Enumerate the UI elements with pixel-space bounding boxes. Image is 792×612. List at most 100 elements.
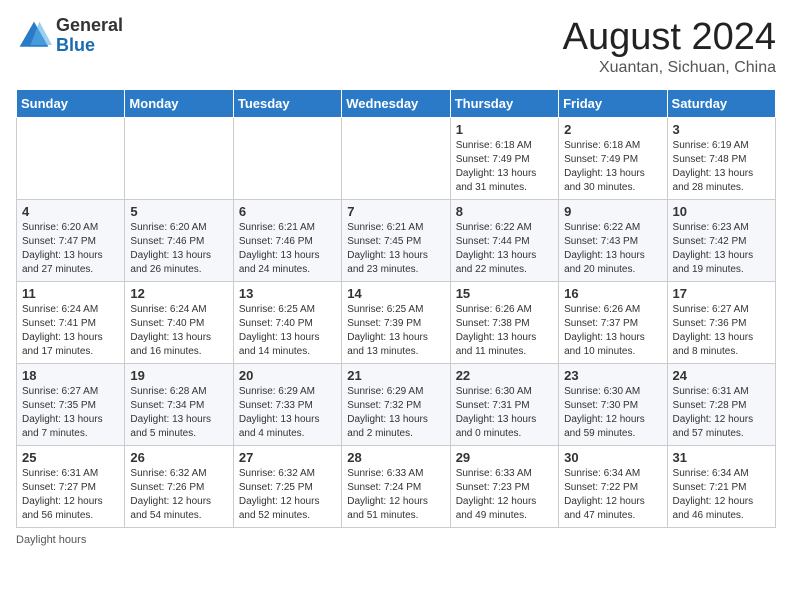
day-info: Sunrise: 6:25 AM Sunset: 7:39 PM Dayligh… — [347, 303, 444, 359]
day-cell: 25 Sunrise: 6:31 AM Sunset: 7:27 PM Dayli… — [17, 446, 125, 528]
weekday-friday: Friday — [559, 90, 667, 118]
day-info: Sunrise: 6:31 AM Sunset: 7:28 PM Dayligh… — [673, 385, 770, 441]
day-info: Sunrise: 6:18 AM Sunset: 7:49 PM Dayligh… — [456, 139, 553, 195]
day-number: 21 — [347, 368, 444, 383]
day-cell: 13 Sunrise: 6:25 AM Sunset: 7:40 PM Dayli… — [233, 282, 341, 364]
day-cell: 8 Sunrise: 6:22 AM Sunset: 7:44 PM Daylig… — [450, 200, 558, 282]
day-number: 28 — [347, 450, 444, 465]
day-number: 18 — [22, 368, 119, 383]
day-info: Sunrise: 6:19 AM Sunset: 7:48 PM Dayligh… — [673, 139, 770, 195]
day-number: 17 — [673, 286, 770, 301]
day-info: Sunrise: 6:26 AM Sunset: 7:37 PM Dayligh… — [564, 303, 661, 359]
day-number: 24 — [673, 368, 770, 383]
day-number: 8 — [456, 204, 553, 219]
day-info: Sunrise: 6:27 AM Sunset: 7:36 PM Dayligh… — [673, 303, 770, 359]
day-info: Sunrise: 6:24 AM Sunset: 7:41 PM Dayligh… — [22, 303, 119, 359]
weekday-thursday: Thursday — [450, 90, 558, 118]
week-row-5: 25 Sunrise: 6:31 AM Sunset: 7:27 PM Dayli… — [17, 446, 776, 528]
day-number: 13 — [239, 286, 336, 301]
day-number: 1 — [456, 122, 553, 137]
day-number: 9 — [564, 204, 661, 219]
day-info: Sunrise: 6:32 AM Sunset: 7:25 PM Dayligh… — [239, 467, 336, 523]
day-info: Sunrise: 6:29 AM Sunset: 7:32 PM Dayligh… — [347, 385, 444, 441]
day-info: Sunrise: 6:22 AM Sunset: 7:44 PM Dayligh… — [456, 221, 553, 277]
logo-general: General — [56, 15, 123, 35]
day-info: Sunrise: 6:33 AM Sunset: 7:23 PM Dayligh… — [456, 467, 553, 523]
day-cell: 1 Sunrise: 6:18 AM Sunset: 7:49 PM Daylig… — [450, 118, 558, 200]
day-info: Sunrise: 6:26 AM Sunset: 7:38 PM Dayligh… — [456, 303, 553, 359]
day-cell: 11 Sunrise: 6:24 AM Sunset: 7:41 PM Dayli… — [17, 282, 125, 364]
footer: Daylight hours — [16, 534, 776, 546]
day-info: Sunrise: 6:20 AM Sunset: 7:47 PM Dayligh… — [22, 221, 119, 277]
day-number: 14 — [347, 286, 444, 301]
week-row-1: 1 Sunrise: 6:18 AM Sunset: 7:49 PM Daylig… — [17, 118, 776, 200]
day-info: Sunrise: 6:21 AM Sunset: 7:45 PM Dayligh… — [347, 221, 444, 277]
day-info: Sunrise: 6:23 AM Sunset: 7:42 PM Dayligh… — [673, 221, 770, 277]
day-number: 7 — [347, 204, 444, 219]
day-number: 15 — [456, 286, 553, 301]
logo-text: General Blue — [56, 16, 123, 56]
day-info: Sunrise: 6:31 AM Sunset: 7:27 PM Dayligh… — [22, 467, 119, 523]
day-number: 31 — [673, 450, 770, 465]
weekday-tuesday: Tuesday — [233, 90, 341, 118]
day-cell: 31 Sunrise: 6:34 AM Sunset: 7:21 PM Dayli… — [667, 446, 775, 528]
day-info: Sunrise: 6:33 AM Sunset: 7:24 PM Dayligh… — [347, 467, 444, 523]
day-cell: 30 Sunrise: 6:34 AM Sunset: 7:22 PM Dayli… — [559, 446, 667, 528]
day-number: 6 — [239, 204, 336, 219]
day-number: 26 — [130, 450, 227, 465]
day-cell: 18 Sunrise: 6:27 AM Sunset: 7:35 PM Dayli… — [17, 364, 125, 446]
weekday-saturday: Saturday — [667, 90, 775, 118]
day-info: Sunrise: 6:25 AM Sunset: 7:40 PM Dayligh… — [239, 303, 336, 359]
day-number: 2 — [564, 122, 661, 137]
location: Xuantan, Sichuan, China — [563, 59, 776, 77]
day-cell: 22Sunrise: 6:30 AM Sunset: 7:31 PM Dayli… — [450, 364, 558, 446]
day-cell: 19 Sunrise: 6:28 AM Sunset: 7:34 PM Dayli… — [125, 364, 233, 446]
week-row-2: 4 Sunrise: 6:20 AM Sunset: 7:47 PM Daylig… — [17, 200, 776, 282]
day-cell: 5 Sunrise: 6:20 AM Sunset: 7:46 PM Daylig… — [125, 200, 233, 282]
calendar-table: SundayMondayTuesdayWednesdayThursdayFrid… — [16, 89, 776, 528]
weekday-sunday: Sunday — [17, 90, 125, 118]
day-cell: 20Sunrise: 6:29 AM Sunset: 7:33 PM Dayli… — [233, 364, 341, 446]
day-cell: 21 Sunrise: 6:29 AM Sunset: 7:32 PM Dayli… — [342, 364, 450, 446]
page-header: General Blue August 2024 Xuantan, Sichua… — [16, 16, 776, 77]
day-number: 12 — [130, 286, 227, 301]
day-cell: 26 Sunrise: 6:32 AM Sunset: 7:26 PM Dayli… — [125, 446, 233, 528]
day-number: 25 — [22, 450, 119, 465]
day-cell: 23Sunrise: 6:30 AM Sunset: 7:30 PM Dayli… — [559, 364, 667, 446]
day-number: 30 — [564, 450, 661, 465]
day-number: 4 — [22, 204, 119, 219]
day-cell: 15 Sunrise: 6:26 AM Sunset: 7:38 PM Dayli… — [450, 282, 558, 364]
day-cell: 27Sunrise: 6:32 AM Sunset: 7:25 PM Dayli… — [233, 446, 341, 528]
day-info: Sunrise: 6:20 AM Sunset: 7:46 PM Dayligh… — [130, 221, 227, 277]
day-number: 22 — [456, 368, 553, 383]
day-cell: 16 Sunrise: 6:26 AM Sunset: 7:37 PM Dayli… — [559, 282, 667, 364]
daylight-label: Daylight hours — [16, 534, 86, 546]
day-number: 19 — [130, 368, 227, 383]
day-info: Sunrise: 6:24 AM Sunset: 7:40 PM Dayligh… — [130, 303, 227, 359]
day-cell: 6 Sunrise: 6:21 AM Sunset: 7:46 PM Daylig… — [233, 200, 341, 282]
day-info: Sunrise: 6:34 AM Sunset: 7:21 PM Dayligh… — [673, 467, 770, 523]
day-info: Sunrise: 6:30 AM Sunset: 7:30 PM Dayligh… — [564, 385, 661, 441]
day-cell: 4 Sunrise: 6:20 AM Sunset: 7:47 PM Daylig… — [17, 200, 125, 282]
day-number: 11 — [22, 286, 119, 301]
day-info: Sunrise: 6:29 AM Sunset: 7:33 PM Dayligh… — [239, 385, 336, 441]
day-number: 5 — [130, 204, 227, 219]
day-info: Sunrise: 6:27 AM Sunset: 7:35 PM Dayligh… — [22, 385, 119, 441]
day-info: Sunrise: 6:32 AM Sunset: 7:26 PM Dayligh… — [130, 467, 227, 523]
day-cell: 28 Sunrise: 6:33 AM Sunset: 7:24 PM Dayli… — [342, 446, 450, 528]
day-cell: 29Sunrise: 6:33 AM Sunset: 7:23 PM Dayli… — [450, 446, 558, 528]
day-cell: 7 Sunrise: 6:21 AM Sunset: 7:45 PM Daylig… — [342, 200, 450, 282]
day-info: Sunrise: 6:21 AM Sunset: 7:46 PM Dayligh… — [239, 221, 336, 277]
logo: General Blue — [16, 16, 123, 56]
day-number: 16 — [564, 286, 661, 301]
weekday-header-row: SundayMondayTuesdayWednesdayThursdayFrid… — [17, 90, 776, 118]
week-row-3: 11 Sunrise: 6:24 AM Sunset: 7:41 PM Dayli… — [17, 282, 776, 364]
day-cell — [233, 118, 341, 200]
day-number: 3 — [673, 122, 770, 137]
day-info: Sunrise: 6:28 AM Sunset: 7:34 PM Dayligh… — [130, 385, 227, 441]
title-block: August 2024 Xuantan, Sichuan, China — [563, 16, 776, 77]
weekday-monday: Monday — [125, 90, 233, 118]
day-info: Sunrise: 6:34 AM Sunset: 7:22 PM Dayligh… — [564, 467, 661, 523]
day-cell: 9Sunrise: 6:22 AM Sunset: 7:43 PM Daylig… — [559, 200, 667, 282]
week-row-4: 18 Sunrise: 6:27 AM Sunset: 7:35 PM Dayli… — [17, 364, 776, 446]
